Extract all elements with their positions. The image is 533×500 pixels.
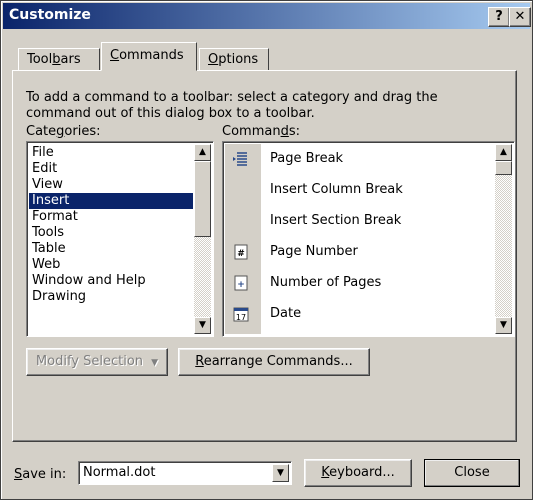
category-item[interactable]: Web	[29, 257, 193, 273]
tab-label: Toolbars	[27, 52, 81, 67]
categories-scrollbar[interactable]: ▲ ▼	[194, 144, 211, 334]
save-in-select[interactable]: Normal.dot ▼	[78, 461, 292, 485]
title-bar[interactable]: Customize ? ✕	[3, 3, 531, 29]
tab-options[interactable]: Options	[199, 48, 269, 70]
command-label: Insert Column Break	[270, 182, 403, 197]
category-item[interactable]: File	[29, 145, 193, 161]
command-item[interactable]: Page Break	[225, 144, 494, 174]
command-item[interactable]: Insert Section Break	[225, 206, 494, 236]
command-label: Date	[270, 306, 302, 321]
number-of-pages-icon: +	[233, 275, 249, 291]
arrow-down-icon: ▼	[500, 320, 507, 330]
save-in-label: Save in:	[14, 467, 67, 482]
svg-text:+: +	[237, 280, 245, 290]
categories-list[interactable]: File Edit View Insert Format Tools Table…	[26, 141, 214, 337]
page-number-icon: #	[233, 244, 249, 260]
category-item[interactable]: Edit	[29, 161, 193, 177]
category-item[interactable]: Tools	[29, 225, 193, 241]
command-item[interactable]: + Number of Pages	[225, 268, 494, 298]
command-item[interactable]: Insert Column Break	[225, 175, 494, 205]
rearrange-commands-button[interactable]: Rearrange Commands...	[178, 348, 370, 376]
keyboard-button[interactable]: Keyboard...	[304, 459, 412, 487]
command-item[interactable]: 17 Date	[225, 299, 494, 329]
category-item[interactable]: Format	[29, 209, 193, 225]
page-break-icon	[233, 151, 249, 167]
arrow-up-icon: ▲	[199, 147, 206, 157]
commands-scrollbar[interactable]: ▲ ▼	[495, 144, 512, 334]
tab-toolbars[interactable]: Toolbars	[18, 48, 100, 70]
commands-list[interactable]: Page Break Insert Column Break Insert Se…	[222, 141, 515, 337]
close-icon: ✕	[514, 9, 526, 24]
close-button[interactable]: Close	[424, 459, 520, 487]
help-button[interactable]: ?	[488, 7, 510, 27]
svg-text:#: #	[237, 249, 245, 259]
button-label: Keyboard...	[321, 465, 395, 480]
dropdown-arrow-icon: ▼	[151, 358, 159, 368]
scroll-down-button[interactable]: ▼	[495, 317, 512, 334]
scroll-down-button[interactable]: ▼	[194, 317, 211, 334]
category-item-selected[interactable]: Insert	[29, 193, 193, 209]
arrow-up-icon: ▲	[500, 147, 507, 157]
category-item[interactable]: Table	[29, 241, 193, 257]
scroll-up-button[interactable]: ▲	[194, 144, 211, 161]
scroll-thumb[interactable]	[194, 161, 211, 237]
svg-text:17: 17	[236, 313, 246, 322]
category-item[interactable]: View	[29, 177, 193, 193]
tab-commands[interactable]: Commands	[101, 42, 197, 71]
command-label: Insert Section Break	[270, 213, 402, 228]
command-label: Number of Pages	[270, 275, 382, 290]
scroll-up-button[interactable]: ▲	[495, 144, 512, 161]
command-label: Page Break	[270, 151, 344, 166]
scroll-thumb[interactable]	[495, 161, 512, 175]
category-item[interactable]: Window and Help	[29, 273, 193, 289]
button-label: Rearrange Commands...	[195, 354, 353, 369]
tab-label: Options	[208, 52, 259, 67]
save-in-value: Normal.dot	[83, 465, 156, 480]
date-icon: 17	[233, 306, 249, 322]
instructions-text: To add a command to a toolbar: select a …	[26, 90, 438, 121]
close-window-button[interactable]: ✕	[509, 7, 531, 27]
command-label: Page Number	[270, 244, 358, 259]
commands-label: Commands:	[222, 124, 300, 139]
arrow-down-icon: ▼	[199, 320, 206, 330]
modify-selection-button[interactable]: Modify Selection ▼	[26, 348, 168, 376]
chevron-down-icon: ▼	[277, 468, 284, 478]
button-label: Modify Selection	[35, 354, 144, 369]
dropdown-button[interactable]: ▼	[272, 464, 289, 482]
category-item[interactable]: Drawing	[29, 289, 193, 305]
button-label: Close	[454, 465, 490, 480]
tab-label: Commands	[110, 48, 184, 63]
categories-label: Categories:	[26, 124, 101, 139]
command-item[interactable]: # Page Number	[225, 237, 494, 267]
window-title: Customize	[9, 7, 91, 23]
